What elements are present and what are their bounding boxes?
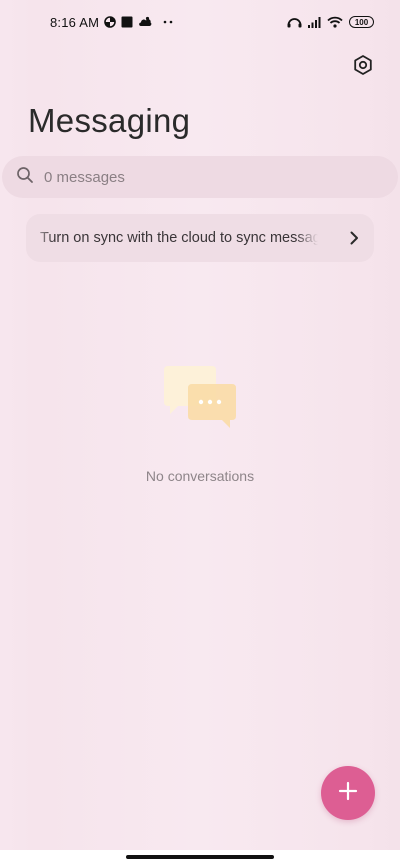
status-left: 8:16 AM <box>50 15 173 30</box>
settings-hexagon-icon <box>352 54 374 81</box>
pie-chart-icon <box>104 16 116 28</box>
cloud-icon <box>138 16 152 28</box>
new-conversation-button[interactable] <box>321 766 375 820</box>
sync-banner[interactable]: Turn on sync with the cloud to sync mess… <box>26 214 374 262</box>
page-title: Messaging <box>28 102 191 139</box>
home-indicator[interactable] <box>126 855 274 859</box>
chevron-right-icon <box>334 231 374 245</box>
signal-icon <box>308 16 321 28</box>
search-bar[interactable] <box>2 156 398 198</box>
wifi-icon <box>327 16 343 28</box>
status-time: 8:16 AM <box>50 14 100 30</box>
settings-button[interactable] <box>348 52 378 82</box>
empty-state-text: No conversations <box>145 468 255 484</box>
chat-bubbles-icon <box>160 362 240 432</box>
status-right: 100 <box>287 16 374 28</box>
more-dots-icon <box>163 20 173 24</box>
search-icon <box>16 166 34 189</box>
plus-icon <box>338 781 358 806</box>
battery-icon: 100 <box>349 16 374 28</box>
status-bar: 8:16 AM 100 <box>0 0 400 44</box>
square-icon <box>121 16 133 28</box>
search-input[interactable] <box>44 168 364 186</box>
sync-banner-text: Turn on sync with the cloud to sync mess… <box>40 230 334 246</box>
navigation-bar <box>0 850 400 866</box>
headphones-icon <box>287 16 302 28</box>
